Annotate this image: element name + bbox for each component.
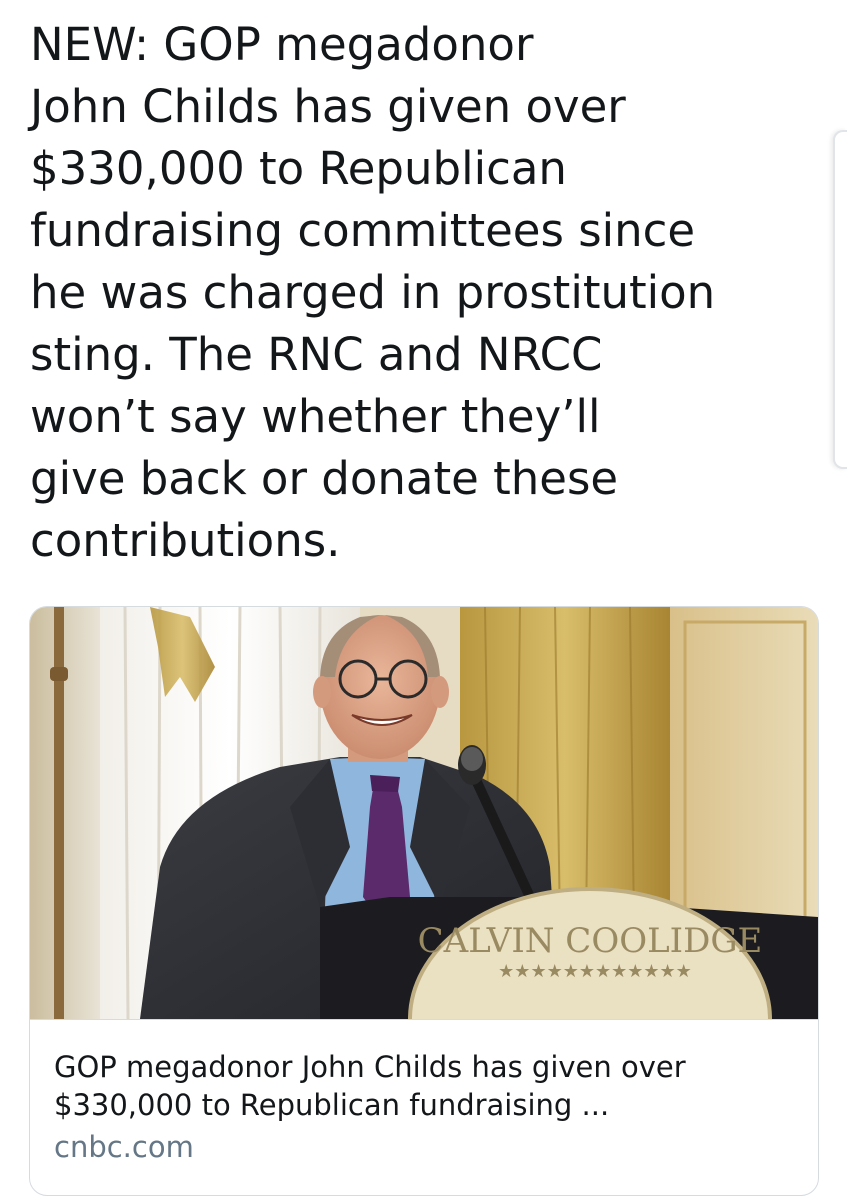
card-image[interactable]: CALVIN COOLIDGE ★★★★★★★★★★★★ [30, 607, 818, 1020]
card-domain: cnbc.com [54, 1130, 194, 1164]
scroll-handle[interactable] [833, 130, 847, 469]
tweet-text: NEW: GOP megadonor John Childs has given… [30, 18, 716, 567]
seal-text: CALVIN COOLIDGE [418, 921, 763, 961]
link-preview-card[interactable]: CALVIN COOLIDGE ★★★★★★★★★★★★ GOP megadon… [29, 606, 819, 1196]
card-title[interactable]: GOP megadonor John Childs has given over… [54, 1048, 794, 1124]
seal-stars: ★★★★★★★★★★★★ [498, 961, 692, 982]
card-body[interactable]: GOP megadonor John Childs has given over… [30, 1020, 818, 1195]
